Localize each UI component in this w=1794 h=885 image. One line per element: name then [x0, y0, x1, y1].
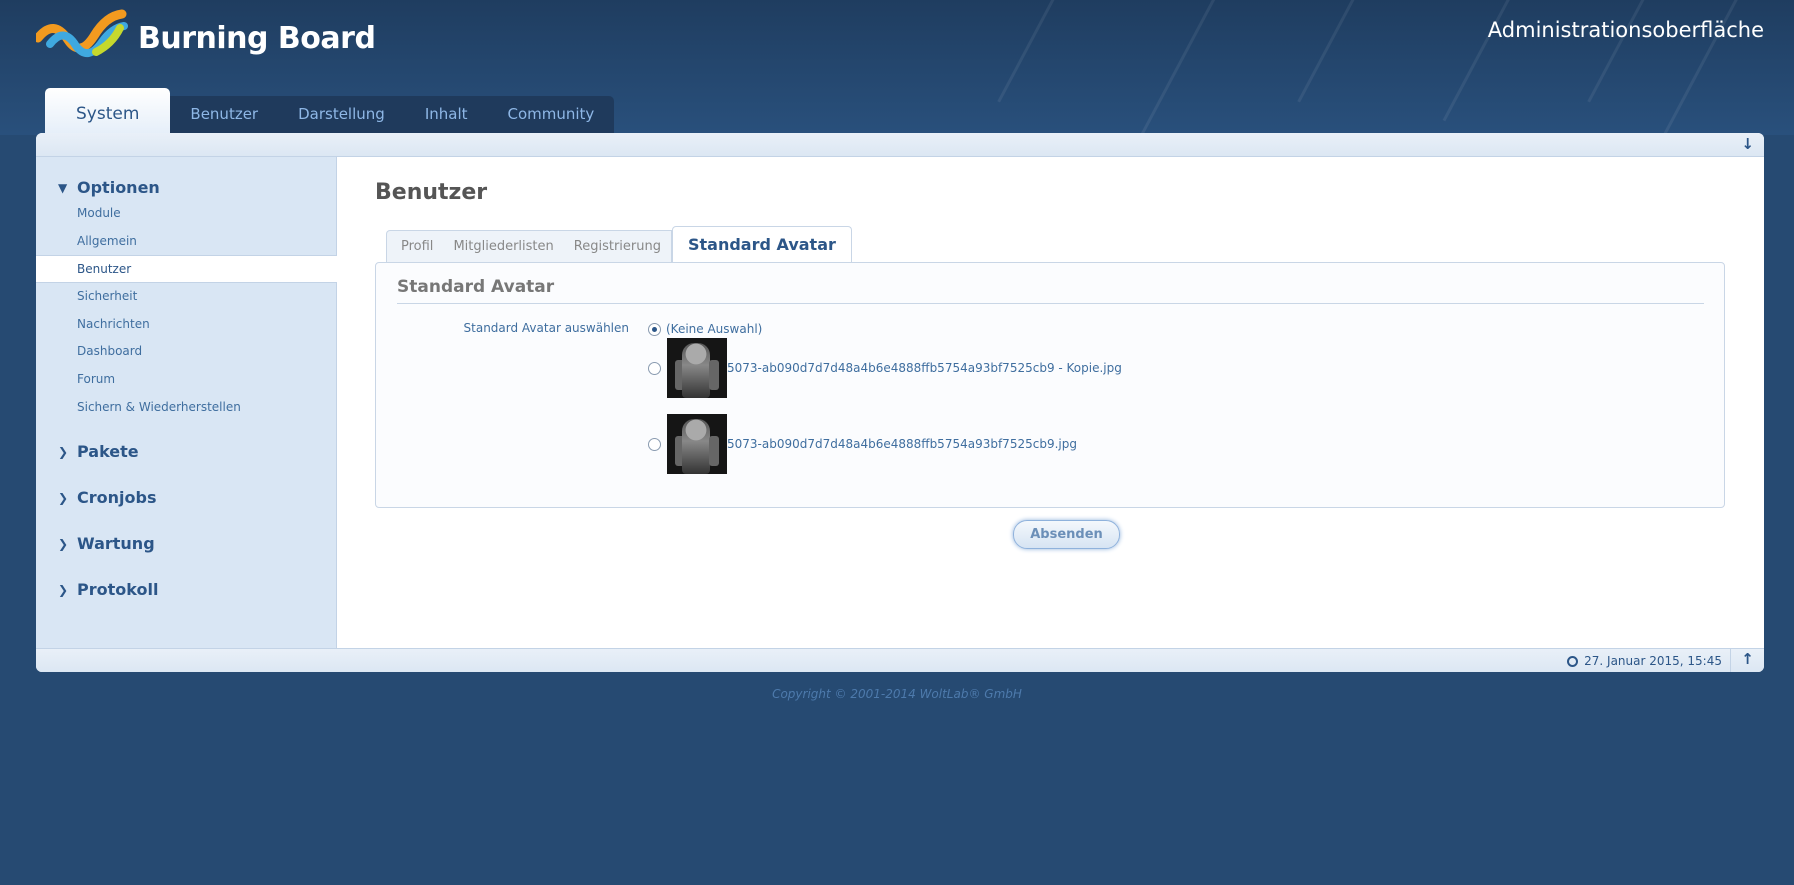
tab-mitgliederlisten[interactable]: Mitgliederlisten	[443, 231, 563, 263]
sidebar-item-sichern-wiederherstellen[interactable]: Sichern & Wiederherstellen	[36, 394, 337, 422]
field-label: Standard Avatar auswählen	[463, 321, 629, 335]
page-title: Benutzer	[375, 180, 488, 205]
main-tab-benutzer[interactable]: Benutzer	[170, 96, 278, 133]
sidebar-category-pakete[interactable]: ❯ Pakete	[58, 442, 139, 461]
option-label: 5073-ab090d7d7d48a4b6e4888ffb5754a93bf75…	[727, 437, 1077, 451]
tab-profil[interactable]: Profil	[387, 231, 443, 263]
option-label: (Keine Auswahl)	[666, 322, 763, 336]
copyright[interactable]: Copyright © 2001-2014 WoltLab® GmbH	[0, 687, 1794, 701]
avatar-option-none[interactable]: (Keine Auswahl)	[648, 322, 762, 336]
scroll-up-icon[interactable]: ↑	[1730, 649, 1764, 672]
main-tab-community[interactable]: Community	[488, 96, 615, 133]
brand-name: Burning Board	[138, 20, 376, 56]
sidebar-item-module[interactable]: Module	[36, 200, 337, 228]
sidebar-category-wartung[interactable]: ❯ Wartung	[58, 534, 155, 553]
sidebar-item-dashboard[interactable]: Dashboard	[36, 338, 337, 366]
datetime-text: 27. Januar 2015, 15:45	[1584, 654, 1722, 668]
chevron-right-icon: ❯	[58, 536, 69, 551]
main-tab-system[interactable]: System	[45, 88, 171, 133]
decorative-streak	[997, 0, 1066, 103]
submit-button[interactable]: Absenden	[1013, 520, 1120, 549]
clock-icon	[1567, 655, 1579, 667]
bottom-bar: 27. Januar 2015, 15:45 ↑	[36, 648, 1764, 672]
radio-file1[interactable]	[648, 361, 661, 375]
logo[interactable]: Burning Board	[36, 8, 376, 64]
sidebar-category-protokoll[interactable]: ❯ Protokoll	[58, 580, 158, 599]
tab-registrierung[interactable]: Registrierung	[564, 231, 671, 263]
standard-avatar-fieldset: Standard Avatar Standard Avatar auswähle…	[375, 262, 1725, 508]
sidebar-item-nachrichten[interactable]: Nachrichten	[36, 311, 337, 339]
section-title: Standard Avatar	[397, 277, 1704, 304]
sidebar-item-forum[interactable]: Forum	[36, 366, 337, 394]
tab-standard-avatar[interactable]: Standard Avatar	[671, 226, 852, 264]
chevron-down-icon: ▼	[58, 180, 68, 195]
main-navigation: System Benutzer Darstellung Inhalt Commu…	[45, 88, 615, 133]
admin-title: Administrationsoberfläche	[1487, 18, 1764, 42]
decorative-streak	[1297, 0, 1366, 103]
avatar-option-file1[interactable]: 5073-ab090d7d7d48a4b6e4888ffb5754a93bf75…	[648, 338, 1122, 398]
scroll-down-icon[interactable]: ↓	[1741, 135, 1754, 153]
sidebar-category-label: Wartung	[77, 534, 155, 553]
sidebar: ▼ Optionen Module Allgemein Benutzer Sic…	[36, 157, 337, 648]
content-area: Benutzer Profil Mitgliederlisten Registr…	[337, 157, 1764, 648]
top-bar: ↓	[36, 133, 1764, 157]
avatar-thumbnail	[667, 338, 727, 398]
main-container: ↓ ▼ Optionen Module Allgemein Benutzer S…	[36, 133, 1764, 672]
avatar-option-file2[interactable]: 5073-ab090d7d7d48a4b6e4888ffb5754a93bf75…	[648, 414, 1077, 474]
radio-file2[interactable]	[648, 437, 661, 451]
chevron-right-icon: ❯	[58, 582, 69, 597]
sidebar-item-sicherheit[interactable]: Sicherheit	[36, 283, 337, 311]
chevron-right-icon: ❯	[58, 490, 69, 505]
sidebar-category-optionen[interactable]: ▼ Optionen	[58, 178, 160, 197]
main-tab-darstellung[interactable]: Darstellung	[278, 96, 405, 133]
sidebar-category-label: Pakete	[77, 442, 139, 461]
decorative-streak	[1587, 0, 1656, 103]
footer-datetime: 27. Januar 2015, 15:45	[1567, 654, 1722, 668]
logo-icon	[36, 9, 128, 57]
decorative-streak	[1137, 0, 1226, 135]
sidebar-item-benutzer[interactable]: Benutzer	[36, 255, 337, 283]
header: Burning Board Administrationsoberfläche …	[0, 0, 1794, 135]
sidebar-category-label: Cronjobs	[77, 488, 157, 507]
avatar-thumbnail	[667, 414, 727, 474]
main-tab-inhalt[interactable]: Inhalt	[405, 96, 488, 133]
radio-none[interactable]	[648, 322, 661, 336]
sidebar-category-label: Optionen	[77, 178, 160, 197]
option-tabs: Profil Mitgliederlisten Registrierung St…	[386, 226, 852, 264]
chevron-right-icon: ❯	[58, 444, 69, 459]
sidebar-item-allgemein[interactable]: Allgemein	[36, 228, 337, 256]
option-label: 5073-ab090d7d7d48a4b6e4888ffb5754a93bf75…	[727, 361, 1122, 375]
sidebar-category-label: Protokoll	[77, 580, 159, 599]
sidebar-category-cronjobs[interactable]: ❯ Cronjobs	[58, 488, 156, 507]
